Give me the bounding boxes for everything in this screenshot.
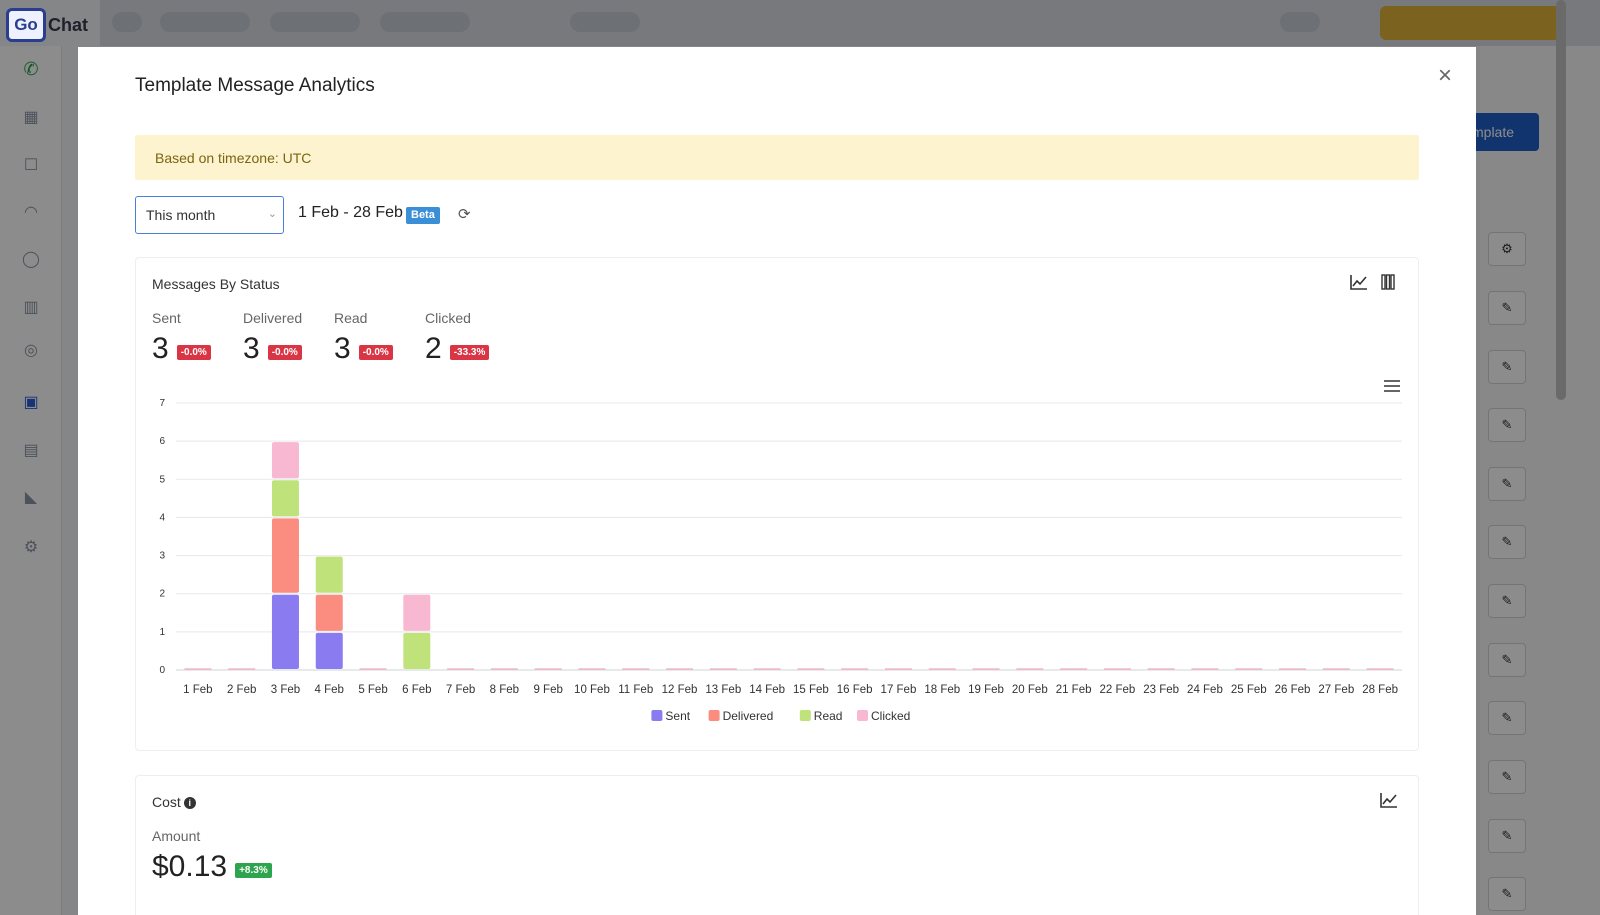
bar-segment-clicked xyxy=(403,594,431,631)
y-tick-label: 3 xyxy=(159,551,165,562)
legend-label-clicked: Clicked xyxy=(871,709,910,723)
x-tick-label: 7 Feb xyxy=(446,684,475,696)
change-badge: +8.3% xyxy=(235,862,272,878)
x-tick-label: 9 Feb xyxy=(533,684,562,696)
x-tick-label: 21 Feb xyxy=(1056,684,1092,696)
legend-swatch-clicked xyxy=(857,710,868,721)
line-chart-icon[interactable] xyxy=(1350,274,1368,294)
card-title: Messages By Status xyxy=(152,276,280,292)
x-tick-label: 27 Feb xyxy=(1318,684,1354,696)
messages-by-status-chart: 0 1 2 3 4 5 6 7 1 Feb 2 Feb 3 Feb 4 Feb 5 Feb 6 Feb 7 … xyxy=(159,398,1402,723)
x-tick-label: 23 Feb xyxy=(1143,684,1179,696)
stat-value: 3 xyxy=(334,332,351,365)
stat-label: Clicked xyxy=(425,310,471,326)
x-tick-label: 12 Feb xyxy=(662,684,698,696)
legend-label-delivered: Delivered xyxy=(723,709,774,723)
cost-title: Cost xyxy=(152,794,181,810)
x-tick-label: 8 Feb xyxy=(490,684,519,696)
bar-segment-read xyxy=(403,632,431,669)
x-tick-label: 25 Feb xyxy=(1231,684,1267,696)
logo-mark: Go xyxy=(6,8,46,42)
date-range-select[interactable]: This month ⌄ xyxy=(135,196,284,234)
x-tick-label: 10 Feb xyxy=(574,684,610,696)
logo-text: Chat xyxy=(48,14,88,35)
analytics-modal: Template Message Analytics × Based on ti… xyxy=(78,47,1476,915)
chevron-down-icon: ⌄ xyxy=(267,208,277,220)
timezone-banner: Based on timezone: UTC xyxy=(135,135,1419,180)
bar-segment-sent xyxy=(271,594,299,669)
card-title: Cost i xyxy=(152,794,196,810)
app-logo: Go Chat xyxy=(6,6,88,44)
x-tick-label: 4 Feb xyxy=(315,684,344,696)
stat-value: 3 xyxy=(152,332,169,365)
x-tick-label: 24 Feb xyxy=(1187,684,1223,696)
bar-segment-delivered xyxy=(271,518,299,593)
x-tick-label: 13 Feb xyxy=(705,684,741,696)
x-tick-label: 19 Feb xyxy=(968,684,1004,696)
bar-segment-read xyxy=(315,556,343,593)
y-tick-label: 1 xyxy=(159,627,165,638)
x-tick-label: 14 Feb xyxy=(749,684,785,696)
legend-swatch-delivered xyxy=(708,710,720,721)
x-tick-label: 5 Feb xyxy=(358,684,387,696)
stat-amount: Amount $0.13 +8.3% xyxy=(152,828,272,884)
y-tick-label: 7 xyxy=(159,398,165,409)
close-icon[interactable]: × xyxy=(1434,64,1456,88)
legend-label-read: Read xyxy=(814,709,843,723)
stat-label: Read xyxy=(334,310,368,326)
change-badge: -0.0% xyxy=(176,344,211,360)
bar-segment-sent xyxy=(315,632,343,669)
stat-read: Read 3 -0.0% xyxy=(334,310,393,366)
stat-delivered: Delivered 3 -0.0% xyxy=(243,310,302,366)
x-tick-label: 3 Feb xyxy=(271,684,300,696)
messages-by-status-card: Messages By Status Sent 3 -0.0% Delivered… xyxy=(135,257,1419,751)
change-badge: -0.0% xyxy=(358,344,393,360)
stat-label: Delivered xyxy=(243,310,303,326)
cost-card: Cost i Amount $0.13 +8.3% xyxy=(135,775,1419,915)
x-tick-label: 26 Feb xyxy=(1275,684,1311,696)
x-tick-label: 20 Feb xyxy=(1012,684,1048,696)
bar-segment-read xyxy=(271,480,299,517)
legend-label-sent: Sent xyxy=(665,709,690,723)
modal-title: Template Message Analytics xyxy=(135,75,375,96)
change-badge: -33.3% xyxy=(449,344,490,360)
stat-value: 3 xyxy=(243,332,260,365)
info-icon[interactable]: i xyxy=(183,797,196,809)
stat-value: 2 xyxy=(425,332,442,365)
stat-clicked: Clicked 2 -33.3% xyxy=(425,310,490,366)
x-tick-label: 17 Feb xyxy=(881,684,917,696)
legend-swatch-sent xyxy=(651,710,663,721)
x-tick-label: 6 Feb xyxy=(402,684,431,696)
stat-label: Amount xyxy=(152,828,201,844)
date-range-select-value: This month xyxy=(146,207,216,223)
y-tick-label: 2 xyxy=(159,589,165,600)
y-tick-label: 6 xyxy=(159,436,165,447)
beta-badge: Beta xyxy=(406,207,440,224)
y-tick-label: 5 xyxy=(159,474,165,485)
x-tick-label: 16 Feb xyxy=(837,684,873,696)
bar-chart-icon[interactable] xyxy=(1381,274,1395,294)
y-tick-label: 0 xyxy=(159,665,165,676)
x-tick-label: 15 Feb xyxy=(793,684,829,696)
bar-segment-clicked xyxy=(271,442,299,479)
line-chart-icon[interactable] xyxy=(1380,792,1398,812)
x-tick-label: 11 Feb xyxy=(618,684,653,696)
stat-sent: Sent 3 -0.0% xyxy=(152,310,211,366)
x-tick-label: 1 Feb xyxy=(183,684,212,696)
timezone-banner-text: Based on timezone: UTC xyxy=(155,149,312,166)
change-badge: -0.0% xyxy=(267,344,302,360)
stat-label: Sent xyxy=(152,310,181,326)
date-range-text: 1 Feb - 28 Feb xyxy=(298,204,403,221)
y-tick-label: 4 xyxy=(159,512,165,523)
stat-value: $0.13 xyxy=(152,850,228,883)
x-tick-label: 2 Feb xyxy=(227,684,256,696)
x-tick-label: 22 Feb xyxy=(1099,684,1135,696)
x-tick-label: 18 Feb xyxy=(924,684,960,696)
legend-swatch-read xyxy=(799,710,811,721)
refresh-icon[interactable]: ⟳ xyxy=(458,205,471,223)
bar-segment-delivered xyxy=(315,594,343,631)
x-tick-label: 28 Feb xyxy=(1362,684,1398,696)
